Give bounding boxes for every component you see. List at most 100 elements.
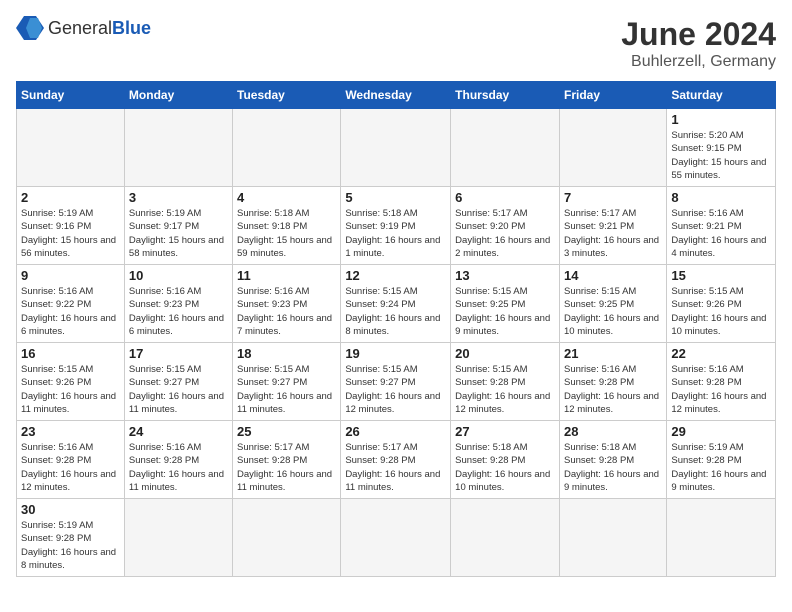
title-block: June 2024 Buhlerzell, Germany	[621, 16, 776, 71]
day-number: 29	[671, 424, 771, 439]
day-number: 12	[345, 268, 446, 283]
logo-icon	[16, 16, 44, 40]
day-number: 7	[564, 190, 662, 205]
day-info: Sunrise: 5:19 AM Sunset: 9:28 PM Dayligh…	[21, 519, 120, 572]
day-header-wednesday: Wednesday	[341, 82, 451, 109]
week-row-1: 1 Sunrise: 5:20 AM Sunset: 9:15 PM Daylig…	[17, 109, 776, 187]
day-info: Sunrise: 5:19 AM Sunset: 9:28 PM Dayligh…	[671, 441, 771, 494]
calendar-cell: 30Sunrise: 5:19 AM Sunset: 9:28 PM Dayli…	[17, 499, 125, 577]
day-info: Sunrise: 5:17 AM Sunset: 9:28 PM Dayligh…	[345, 441, 446, 494]
day-number: 19	[345, 346, 446, 361]
calendar-cell: 4 Sunrise: 5:18 AM Sunset: 9:18 PM Daylig…	[233, 187, 341, 265]
logo-text: GeneralBlue	[48, 18, 151, 39]
day-info: Sunrise: 5:15 AM Sunset: 9:25 PM Dayligh…	[455, 285, 555, 338]
calendar-cell: 16 Sunrise: 5:15 AM Sunset: 9:26 PM Dayli…	[17, 343, 125, 421]
day-info: Sunrise: 5:18 AM Sunset: 9:28 PM Dayligh…	[564, 441, 662, 494]
calendar-cell: 7 Sunrise: 5:17 AM Sunset: 9:21 PM Daylig…	[559, 187, 666, 265]
header: GeneralBlue June 2024 Buhlerzell, German…	[16, 16, 776, 71]
day-info: Sunrise: 5:16 AM Sunset: 9:28 PM Dayligh…	[129, 441, 228, 494]
calendar-cell	[17, 109, 125, 187]
week-row-4: 16 Sunrise: 5:15 AM Sunset: 9:26 PM Dayli…	[17, 343, 776, 421]
day-number: 5	[345, 190, 446, 205]
day-info: Sunrise: 5:16 AM Sunset: 9:28 PM Dayligh…	[671, 363, 771, 416]
day-info: Sunrise: 5:15 AM Sunset: 9:26 PM Dayligh…	[21, 363, 120, 416]
day-number: 17	[129, 346, 228, 361]
day-header-saturday: Saturday	[667, 82, 776, 109]
day-number: 21	[564, 346, 662, 361]
day-number: 8	[671, 190, 771, 205]
calendar-cell: 22 Sunrise: 5:16 AM Sunset: 9:28 PM Dayli…	[667, 343, 776, 421]
calendar-cell: 2 Sunrise: 5:19 AM Sunset: 9:16 PM Daylig…	[17, 187, 125, 265]
calendar-subtitle: Buhlerzell, Germany	[621, 53, 776, 71]
calendar-cell: 20 Sunrise: 5:15 AM Sunset: 9:28 PM Dayli…	[451, 343, 560, 421]
week-row-3: 9 Sunrise: 5:16 AM Sunset: 9:22 PM Daylig…	[17, 265, 776, 343]
day-number: 4	[237, 190, 336, 205]
logo: GeneralBlue	[16, 16, 151, 40]
day-number: 27	[455, 424, 555, 439]
day-info: Sunrise: 5:16 AM Sunset: 9:21 PM Dayligh…	[671, 207, 771, 260]
day-info: Sunrise: 5:15 AM Sunset: 9:28 PM Dayligh…	[455, 363, 555, 416]
calendar-cell: 25 Sunrise: 5:17 AM Sunset: 9:28 PM Dayli…	[233, 421, 341, 499]
week-row-5: 23 Sunrise: 5:16 AM Sunset: 9:28 PM Dayli…	[17, 421, 776, 499]
day-header-friday: Friday	[559, 82, 666, 109]
day-number: 26	[345, 424, 446, 439]
day-header-thursday: Thursday	[451, 82, 560, 109]
week-row-6: 30Sunrise: 5:19 AM Sunset: 9:28 PM Dayli…	[17, 499, 776, 577]
day-number: 14	[564, 268, 662, 283]
day-number: 2	[21, 190, 120, 205]
day-number: 16	[21, 346, 120, 361]
calendar-cell: 3 Sunrise: 5:19 AM Sunset: 9:17 PM Daylig…	[124, 187, 232, 265]
day-header-monday: Monday	[124, 82, 232, 109]
day-info: Sunrise: 5:16 AM Sunset: 9:22 PM Dayligh…	[21, 285, 120, 338]
day-number: 11	[237, 268, 336, 283]
calendar-cell: 27 Sunrise: 5:18 AM Sunset: 9:28 PM Dayli…	[451, 421, 560, 499]
calendar-cell	[341, 499, 451, 577]
calendar-cell: 18Sunrise: 5:15 AM Sunset: 9:27 PM Dayli…	[233, 343, 341, 421]
day-number: 3	[129, 190, 228, 205]
calendar-cell	[451, 109, 560, 187]
day-info: Sunrise: 5:18 AM Sunset: 9:18 PM Dayligh…	[237, 207, 336, 260]
day-info: Sunrise: 5:15 AM Sunset: 9:27 PM Dayligh…	[345, 363, 446, 416]
calendar-table: SundayMondayTuesdayWednesdayThursdayFrid…	[16, 81, 776, 577]
calendar-cell: 13Sunrise: 5:15 AM Sunset: 9:25 PM Dayli…	[451, 265, 560, 343]
calendar-cell: 6Sunrise: 5:17 AM Sunset: 9:20 PM Daylig…	[451, 187, 560, 265]
day-info: Sunrise: 5:15 AM Sunset: 9:24 PM Dayligh…	[345, 285, 446, 338]
day-info: Sunrise: 5:16 AM Sunset: 9:23 PM Dayligh…	[129, 285, 228, 338]
day-number: 23	[21, 424, 120, 439]
calendar-cell	[451, 499, 560, 577]
day-info: Sunrise: 5:20 AM Sunset: 9:15 PM Dayligh…	[671, 129, 771, 182]
day-number: 18	[237, 346, 336, 361]
calendar-cell: 9 Sunrise: 5:16 AM Sunset: 9:22 PM Daylig…	[17, 265, 125, 343]
calendar-cell: 23 Sunrise: 5:16 AM Sunset: 9:28 PM Dayli…	[17, 421, 125, 499]
calendar-cell	[124, 109, 232, 187]
calendar-cell: 26 Sunrise: 5:17 AM Sunset: 9:28 PM Dayli…	[341, 421, 451, 499]
day-info: Sunrise: 5:16 AM Sunset: 9:28 PM Dayligh…	[21, 441, 120, 494]
day-info: Sunrise: 5:18 AM Sunset: 9:19 PM Dayligh…	[345, 207, 446, 260]
day-info: Sunrise: 5:19 AM Sunset: 9:16 PM Dayligh…	[21, 207, 120, 260]
day-number: 22	[671, 346, 771, 361]
calendar-cell: 24Sunrise: 5:16 AM Sunset: 9:28 PM Dayli…	[124, 421, 232, 499]
day-info: Sunrise: 5:15 AM Sunset: 9:27 PM Dayligh…	[129, 363, 228, 416]
week-row-2: 2 Sunrise: 5:19 AM Sunset: 9:16 PM Daylig…	[17, 187, 776, 265]
calendar-cell: 14Sunrise: 5:15 AM Sunset: 9:25 PM Dayli…	[559, 265, 666, 343]
calendar-cell: 10Sunrise: 5:16 AM Sunset: 9:23 PM Dayli…	[124, 265, 232, 343]
day-info: Sunrise: 5:17 AM Sunset: 9:21 PM Dayligh…	[564, 207, 662, 260]
calendar-cell	[233, 109, 341, 187]
calendar-cell	[233, 499, 341, 577]
calendar-cell	[559, 109, 666, 187]
day-number: 20	[455, 346, 555, 361]
day-info: Sunrise: 5:18 AM Sunset: 9:28 PM Dayligh…	[455, 441, 555, 494]
day-info: Sunrise: 5:19 AM Sunset: 9:17 PM Dayligh…	[129, 207, 228, 260]
day-number: 1	[671, 112, 771, 127]
calendar-cell: 19 Sunrise: 5:15 AM Sunset: 9:27 PM Dayli…	[341, 343, 451, 421]
day-info: Sunrise: 5:16 AM Sunset: 9:28 PM Dayligh…	[564, 363, 662, 416]
calendar-cell: 5 Sunrise: 5:18 AM Sunset: 9:19 PM Daylig…	[341, 187, 451, 265]
day-info: Sunrise: 5:17 AM Sunset: 9:20 PM Dayligh…	[455, 207, 555, 260]
calendar-cell	[124, 499, 232, 577]
day-number: 28	[564, 424, 662, 439]
day-number: 25	[237, 424, 336, 439]
day-header-sunday: Sunday	[17, 82, 125, 109]
day-info: Sunrise: 5:17 AM Sunset: 9:28 PM Dayligh…	[237, 441, 336, 494]
calendar-cell: 21 Sunrise: 5:16 AM Sunset: 9:28 PM Dayli…	[559, 343, 666, 421]
day-number: 9	[21, 268, 120, 283]
